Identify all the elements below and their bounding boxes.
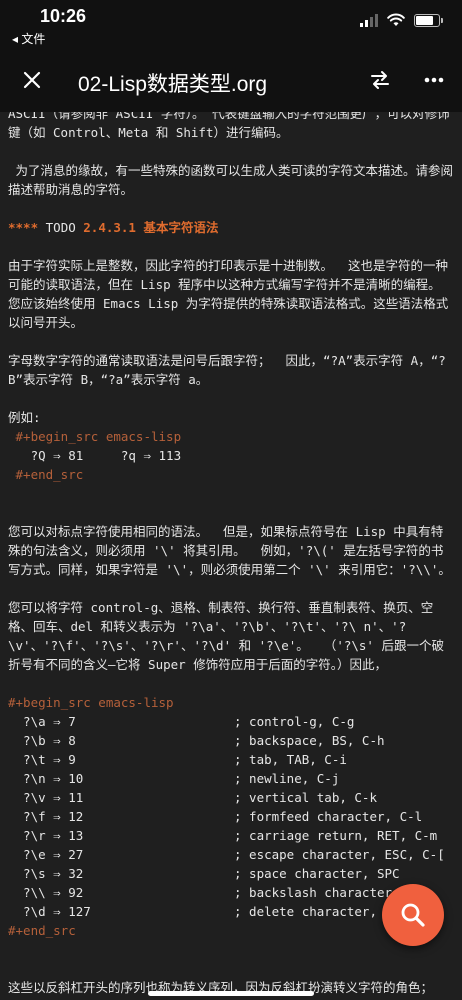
code-block: ?\a ⇒ 7 ; control-g, C-g ?\b ⇒ 8 ; backspa… xyxy=(8,712,454,921)
src-begin-directive: #+begin_src emacs-lisp xyxy=(8,429,182,444)
code-line: ?\a ⇒ 7 ; control-g, C-g xyxy=(8,712,454,731)
heading-stars: **** xyxy=(8,220,39,235)
status-time: 10:26 xyxy=(40,6,87,26)
todo-keyword: TODO xyxy=(45,220,76,235)
status-icons xyxy=(360,13,443,27)
code-line: ?\t ⇒ 9 ; tab, TAB, C-i xyxy=(8,750,454,769)
code-line: ?Q ⇒ 81 ?q ⇒ 113 xyxy=(8,448,182,463)
document-content[interactable]: ASCII（请参阅非 ASCII 字符）。 代表键盘输入的字符范围更广，可以对修… xyxy=(0,112,462,1000)
code-expression: ?\n ⇒ 10 xyxy=(8,771,84,786)
code-line: ?\e ⇒ 27 ; escape character, ESC, C-[ xyxy=(8,845,454,864)
paragraph: 由于字符实际上是整数，因此字符的打印表示是十进制数。 这也是字符的一种可能的读取… xyxy=(8,258,456,330)
code-expression: ?\t ⇒ 9 xyxy=(8,752,76,767)
paragraph: 这些以反斜杠开头的序列也称为转义序列，因为反斜杠扮演转义字符的角色； 这与字符 … xyxy=(8,980,443,1000)
code-comment: ; space character, SPC xyxy=(234,866,400,881)
code-comment: ; carriage return, RET, C-m xyxy=(234,828,438,843)
code-comment: ; escape character, ESC, C-[ xyxy=(234,847,445,862)
src-begin-directive: #+begin_src emacs-lisp xyxy=(8,695,174,710)
close-icon xyxy=(23,71,41,89)
code-expression: ?\r ⇒ 13 xyxy=(8,828,84,843)
paragraph: 您可以对标点字符使用相同的语法。 但是，如果标点符号在 Lisp 中具有特殊的句… xyxy=(8,524,451,577)
code-line: ?\f ⇒ 12 ; formfeed character, C-l xyxy=(8,807,454,826)
app-header: 02-Lisp数据类型.org xyxy=(0,48,462,112)
search-icon xyxy=(401,903,425,927)
status-bar: 10:26 ◂ 文件 xyxy=(0,0,462,48)
wifi-icon xyxy=(387,13,405,26)
paragraph: 为了消息的缘故，有一些特殊的函数可以生成人类可读的字符文本描述。请参阅描述帮助消… xyxy=(8,163,454,197)
more-icon xyxy=(424,77,444,83)
code-expression: ?\s ⇒ 32 xyxy=(8,866,84,881)
paragraph: ASCII（请参阅非 ASCII 字符）。 代表键盘输入的字符范围更广，可以对修… xyxy=(8,112,450,140)
code-comment: ; formfeed character, C-l xyxy=(234,809,423,824)
heading-text: 2.4.3.1 基本字符语法 xyxy=(83,220,219,235)
search-button[interactable] xyxy=(382,884,444,946)
code-comment: ; control-g, C-g xyxy=(234,714,355,729)
back-to-app-link[interactable]: ◂ 文件 xyxy=(12,30,45,47)
code-expression: ?\a ⇒ 7 xyxy=(8,714,76,729)
more-options-button[interactable] xyxy=(416,62,452,98)
code-comment: ; backspace, BS, C-h xyxy=(234,733,385,748)
code-expression: ?\d ⇒ 127 xyxy=(8,904,91,919)
paragraph: 字母数字字符的通常读取语法是问号后跟字符； 因此，“?A”表示字符 A，“?B”… xyxy=(8,353,446,387)
sync-button[interactable] xyxy=(362,62,398,98)
code-line: ?\b ⇒ 8 ; backspace, BS, C-h xyxy=(8,731,454,750)
cellular-signal-icon xyxy=(360,13,378,27)
code-comment: ; vertical tab, C-k xyxy=(234,790,377,805)
code-expression: ?\e ⇒ 27 xyxy=(8,847,84,862)
src-end-directive: #+end_src xyxy=(8,467,84,482)
home-indicator xyxy=(148,991,314,996)
code-expression: ?\\ ⇒ 92 xyxy=(8,885,84,900)
code-line: ?\r ⇒ 13 ; carriage return, RET, C-m xyxy=(8,826,454,845)
code-line: ?\s ⇒ 32 ; space character, SPC xyxy=(8,864,454,883)
paragraph: 您可以将字符 control-g、退格、制表符、换行符、垂直制表符、换页、空格、… xyxy=(8,600,444,672)
sync-icon xyxy=(371,71,389,89)
code-expression: ?\b ⇒ 8 xyxy=(8,733,76,748)
code-comment: ; newline, C-j xyxy=(234,771,340,786)
code-line: ?\v ⇒ 11 ; vertical tab, C-k xyxy=(8,788,454,807)
battery-icon xyxy=(414,13,443,27)
paragraph: 例如: xyxy=(8,410,41,425)
code-expression: ?\v ⇒ 11 xyxy=(8,790,84,805)
section-heading[interactable]: **** TODO 2.4.3.1 基本字符语法 xyxy=(8,218,454,237)
document-title: 02-Lisp数据类型.org xyxy=(78,73,268,96)
code-expression: ?\f ⇒ 12 xyxy=(8,809,84,824)
close-button[interactable] xyxy=(14,62,50,98)
code-comment: ; tab, TAB, C-i xyxy=(234,752,347,767)
code-line: ?\n ⇒ 10 ; newline, C-j xyxy=(8,769,454,788)
